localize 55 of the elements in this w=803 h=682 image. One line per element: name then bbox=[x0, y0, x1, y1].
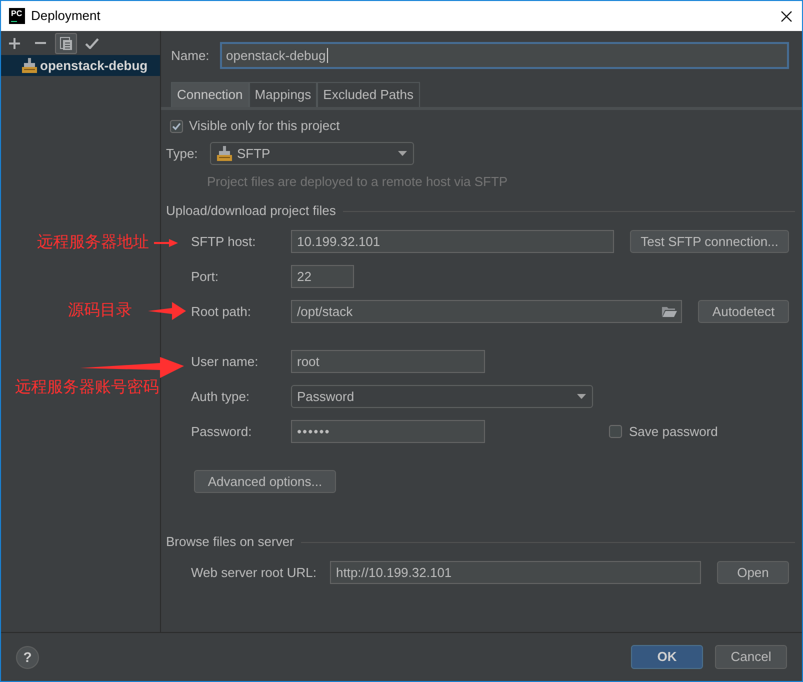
field-label: Type: bbox=[166, 144, 199, 163]
cancel-button[interactable]: Cancel bbox=[715, 645, 787, 669]
field-label: User name: bbox=[191, 352, 260, 371]
annotation-arrow bbox=[148, 302, 186, 320]
section-title: Upload/download project files bbox=[166, 202, 336, 220]
minus-icon bbox=[34, 42, 46, 44]
window-title: Deployment bbox=[31, 7, 100, 26]
tab[interactable]: Connection bbox=[171, 82, 249, 107]
checkbox[interactable] bbox=[170, 120, 183, 132]
dropdown-arrow-icon bbox=[577, 394, 586, 399]
copy-button[interactable] bbox=[55, 32, 77, 54]
section-title: Browse files on server bbox=[166, 533, 294, 552]
annotation-label: 远程服务器地址 bbox=[37, 233, 149, 253]
field-label: Root path: bbox=[191, 302, 252, 321]
password-field[interactable]: •••••• bbox=[291, 420, 485, 443]
open-button[interactable]: Open bbox=[717, 561, 789, 584]
type-dropdown[interactable]: SFTP bbox=[210, 142, 414, 165]
advanced-options-button[interactable]: Advanced options... bbox=[194, 470, 336, 493]
test-connection-button[interactable]: Test SFTP connection... bbox=[630, 230, 789, 253]
close-icon[interactable] bbox=[781, 10, 792, 22]
tab[interactable]: Excluded Paths bbox=[317, 82, 420, 107]
host-field[interactable]: 10.199.32.101 bbox=[291, 230, 614, 253]
checkbox-label: Visible only for this project bbox=[189, 117, 340, 136]
field-label: Name: bbox=[171, 46, 210, 65]
ok-button[interactable]: OK bbox=[631, 645, 703, 669]
server-list-item[interactable]: openstack-debug bbox=[1, 55, 160, 76]
field-label: Port: bbox=[191, 268, 220, 286]
help-button[interactable]: ? bbox=[16, 646, 39, 668]
hint-text: Project files are deployed to a remote host via SFTP bbox=[206, 174, 509, 190]
field-label: Web server root URL: bbox=[191, 564, 318, 582]
name-field[interactable]: openstack-debug bbox=[220, 42, 789, 69]
annotation-arrow bbox=[154, 238, 178, 248]
folder-icon[interactable] bbox=[662, 306, 677, 317]
root-path-field[interactable]: /opt/stack bbox=[291, 300, 682, 323]
auth-type-dropdown[interactable]: Password bbox=[291, 385, 593, 408]
copy-icon bbox=[60, 36, 72, 50]
user-name-field[interactable]: root bbox=[291, 350, 485, 373]
sftp-icon bbox=[22, 58, 37, 73]
annotation-label: 远程服务器账号密码 bbox=[15, 378, 159, 398]
field-label: Password: bbox=[191, 422, 253, 441]
field-label: SFTP host: bbox=[191, 232, 257, 251]
checkbox-label: Save password bbox=[629, 422, 718, 441]
check-icon bbox=[85, 38, 99, 48]
port-field[interactable]: 22 bbox=[291, 265, 354, 288]
autodetect-button[interactable]: Autodetect bbox=[698, 300, 789, 323]
dropdown-arrow-icon bbox=[398, 151, 407, 156]
sftp-icon bbox=[217, 146, 232, 161]
plus-icon bbox=[8, 38, 20, 48]
annotation-label: 源码目录 bbox=[68, 301, 132, 321]
web-root-url-field[interactable]: http://10.199.32.101 bbox=[330, 561, 701, 584]
field-label: Auth type: bbox=[191, 388, 251, 406]
text-cursor bbox=[326, 48, 328, 63]
checkbox[interactable] bbox=[609, 425, 622, 438]
tab[interactable]: Mappings bbox=[248, 82, 318, 107]
app-logo: PC bbox=[9, 8, 25, 24]
